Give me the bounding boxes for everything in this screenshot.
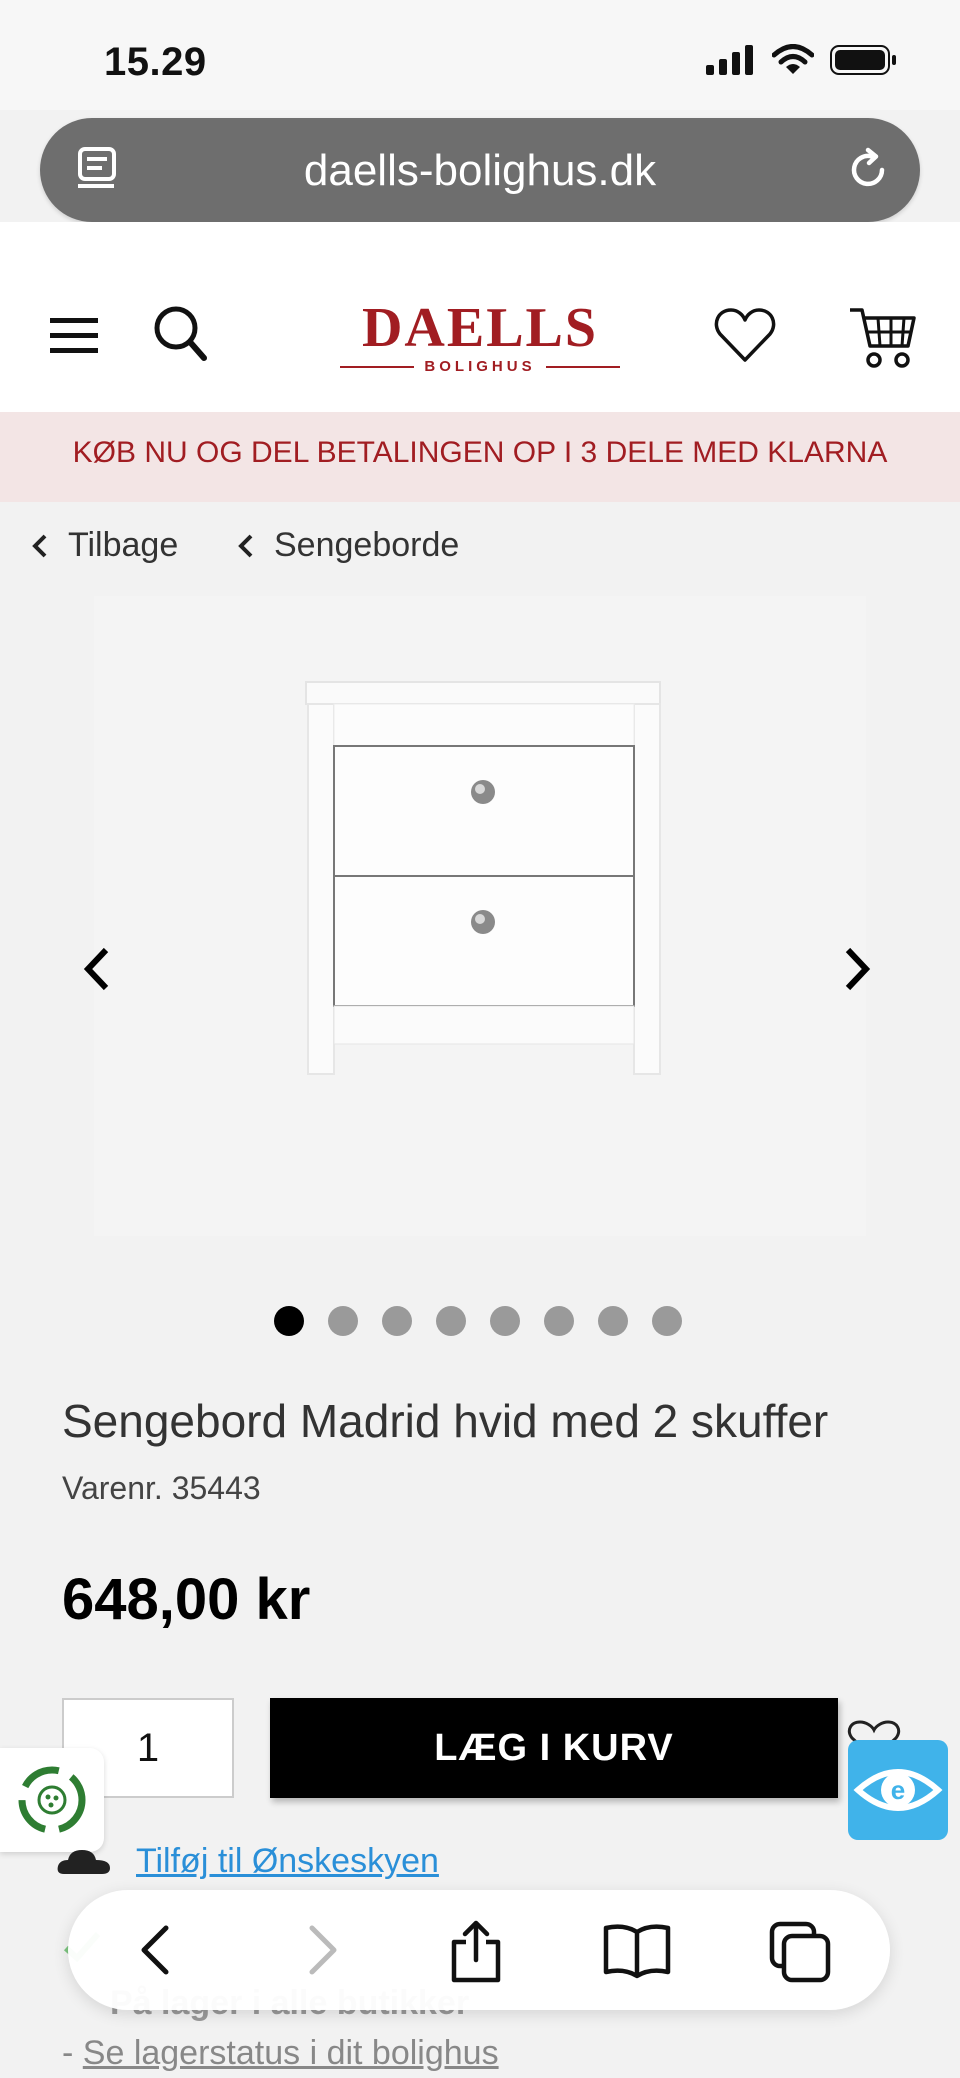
carousel-dot[interactable] — [490, 1306, 520, 1336]
banner-text: KØB NU OG DEL BETALINGEN OP I 3 DELE MED… — [72, 436, 888, 469]
carousel-dot[interactable] — [382, 1306, 412, 1336]
carousel-dot[interactable] — [598, 1306, 628, 1336]
product-sku: Varenr. 35443 — [62, 1470, 261, 1506]
url-bar[interactable]: daells-bolighus.dk — [40, 118, 920, 222]
carousel-dot[interactable] — [652, 1306, 682, 1336]
search-icon[interactable] — [152, 304, 208, 369]
carousel-dots — [274, 1306, 682, 1336]
battery-icon — [830, 45, 896, 75]
carousel-dot[interactable] — [328, 1306, 358, 1336]
stock-link-prefix: - — [62, 2034, 83, 2072]
cloud-icon — [56, 1846, 112, 1881]
carousel-next-icon[interactable] — [842, 946, 872, 997]
logo-subtitle: BOLIGHUS — [424, 358, 536, 375]
carousel-dot[interactable] — [436, 1306, 466, 1336]
breadcrumb-category[interactable]: Sengeborde — [236, 526, 459, 565]
status-time: 15.29 — [104, 40, 207, 84]
add-to-cart-button[interactable]: LÆG I KURV — [270, 1698, 838, 1798]
breadcrumb-back-label: Tilbage — [68, 526, 179, 564]
browser-toolbar — [68, 1890, 890, 2010]
back-icon[interactable] — [126, 1920, 186, 1985]
cart-icon[interactable] — [848, 304, 918, 375]
nightstand-illustration — [305, 681, 661, 1075]
signal-icon — [706, 45, 753, 75]
logo-wordmark: DAELLS — [361, 297, 599, 359]
logo[interactable]: DAELLS BOLIGHUS — [340, 297, 620, 375]
wifi-icon — [772, 44, 814, 74]
chevron-left-icon — [238, 534, 253, 557]
carousel-dot[interactable] — [544, 1306, 574, 1336]
reload-icon[interactable] — [842, 144, 894, 201]
klarna-banner[interactable]: KØB NU OG DEL BETALINGEN OP I 3 DELE MED… — [0, 412, 960, 502]
svg-text:e: e — [891, 1775, 905, 1805]
recycle-icon — [18, 1766, 86, 1834]
carousel-prev-icon[interactable] — [82, 946, 112, 997]
bookmarks-icon[interactable] — [602, 1920, 672, 1985]
product-title: Sengebord Madrid hvid med 2 skuffer — [62, 1395, 829, 1447]
product-image[interactable] — [94, 596, 866, 1236]
stock-link-label[interactable]: Se lagerstatus i dit bolighus — [83, 2034, 499, 2072]
status-icons — [706, 44, 898, 76]
carousel-dot[interactable] — [274, 1306, 304, 1336]
heart-icon[interactable] — [714, 306, 776, 369]
chevron-left-icon — [32, 534, 47, 557]
wishlist-link[interactable]: Tilføj til Ønskeskyen — [136, 1842, 439, 1881]
forward-icon[interactable] — [292, 1920, 352, 1985]
url-text[interactable]: daells-bolighus.dk — [40, 146, 920, 196]
stock-status-link[interactable]: - Se lagerstatus i dit bolighus — [62, 2034, 499, 2073]
hamburger-icon[interactable] — [50, 316, 98, 361]
product-price: 648,00 kr — [62, 1567, 311, 1632]
breadcrumb-back[interactable]: Tilbage — [30, 526, 178, 565]
breadcrumb-category-label: Sengeborde — [274, 526, 460, 564]
tabs-icon[interactable] — [768, 1920, 832, 1989]
share-icon[interactable] — [446, 1920, 506, 1989]
accessibility-eye-icon[interactable]: e — [848, 1740, 948, 1840]
eco-badge[interactable] — [0, 1748, 104, 1852]
